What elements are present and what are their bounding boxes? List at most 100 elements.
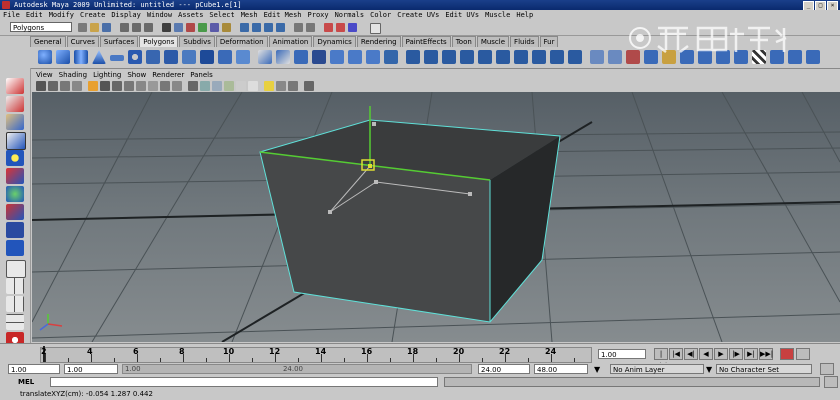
command-language-label[interactable]: MEL [18, 377, 34, 387]
animation-preferences-icon[interactable] [796, 348, 810, 360]
tab-general[interactable]: General [30, 36, 66, 47]
tab-painteffects[interactable]: PaintEffects [401, 36, 451, 47]
persp-outliner-layout-icon[interactable] [6, 296, 24, 312]
menu-edit-mesh[interactable]: Edit Mesh [264, 10, 302, 20]
mask-handles-icon[interactable] [174, 23, 183, 32]
poly-soccer-ball-icon[interactable] [218, 50, 232, 64]
menu-select[interactable]: Select [209, 10, 234, 20]
menu-proxy[interactable]: Proxy [308, 10, 329, 20]
select-tool-icon[interactable] [6, 78, 24, 94]
poly-pyramid-icon[interactable] [164, 50, 178, 64]
panel-menu-lighting[interactable]: Lighting [93, 70, 121, 80]
offset-edge-loop-icon[interactable] [514, 50, 528, 64]
wireframe-on-shaded-icon[interactable] [212, 81, 222, 91]
menu-window[interactable]: Window [147, 10, 172, 20]
anim-layer-dropdown[interactable]: No Anim Layer [610, 364, 704, 374]
tab-subdivs[interactable]: Subdivs [179, 36, 215, 47]
two-d-pan-zoom-icon[interactable] [88, 81, 98, 91]
pcube1-mesh[interactable] [259, 119, 561, 323]
poly-platonic-icon[interactable] [236, 50, 250, 64]
lasso-tool-icon[interactable] [6, 96, 24, 112]
mask-surfaces-icon[interactable] [210, 23, 219, 32]
step-forward-frame-button[interactable]: ▶| [744, 348, 758, 360]
panel-menu-renderer[interactable]: Renderer [152, 70, 184, 80]
scale-tool-icon[interactable] [6, 168, 24, 184]
camera-view-icon[interactable] [304, 81, 314, 91]
history-icon[interactable] [294, 23, 303, 32]
mask-deformations-icon[interactable] [222, 23, 231, 32]
collapse-icon[interactable] [608, 50, 622, 64]
quick-input-field[interactable] [370, 23, 381, 34]
menu-mesh[interactable]: Mesh [241, 10, 258, 20]
playback-end-field[interactable]: 24.00 [478, 364, 530, 374]
tab-muscle[interactable]: Muscle [476, 36, 510, 47]
character-set-icon[interactable] [820, 363, 834, 375]
anim-layer-arrow-icon[interactable]: ▼ [594, 365, 600, 374]
camera-attributes-icon[interactable] [48, 81, 58, 91]
move-tool-icon[interactable] [6, 132, 26, 150]
tab-deformation[interactable]: Deformation [215, 36, 268, 47]
shadows-icon[interactable] [248, 81, 258, 91]
last-tool-used-icon[interactable] [6, 240, 24, 256]
menu-modify[interactable]: Modify [49, 10, 74, 20]
poly-cylinder-icon[interactable] [74, 50, 88, 64]
menu-edit-uvs[interactable]: Edit UVs [445, 10, 479, 20]
tab-animation[interactable]: Animation [268, 36, 313, 47]
output-icon[interactable] [306, 23, 315, 32]
soft-modification-tool-icon[interactable] [6, 204, 24, 220]
play-forwards-button[interactable]: ▶ [714, 348, 728, 360]
mask-curves-icon[interactable] [198, 23, 207, 32]
ipr-render-icon[interactable] [336, 23, 345, 32]
show-manipulator-icon[interactable] [6, 222, 24, 238]
wireframe-icon[interactable] [188, 81, 198, 91]
range-slider[interactable]: 1.00 24.00 [122, 364, 472, 374]
xray-icon[interactable] [264, 81, 274, 91]
separate-icon[interactable] [276, 50, 290, 64]
rotate-tool-icon[interactable] [6, 150, 24, 166]
bookmarks-icon[interactable] [60, 81, 70, 91]
mask-joints-icon[interactable] [186, 23, 195, 32]
script-editor-icon[interactable] [824, 376, 838, 388]
image-plane-icon[interactable] [72, 81, 82, 91]
tab-rendering[interactable]: Rendering [356, 36, 401, 47]
boolean-intersection-icon[interactable] [366, 50, 380, 64]
save-scene-icon[interactable] [102, 23, 111, 32]
gate-mask-icon[interactable] [136, 81, 146, 91]
textured-icon[interactable] [224, 81, 234, 91]
poly-helix-icon[interactable] [200, 50, 214, 64]
bridge-icon[interactable] [424, 50, 438, 64]
poly-cube-icon[interactable] [56, 50, 70, 64]
universal-manipulator-icon[interactable] [6, 186, 24, 202]
poke-face-icon[interactable] [550, 50, 564, 64]
reverse-normals-icon[interactable] [806, 50, 820, 64]
step-back-key-button[interactable]: ◀| [684, 348, 698, 360]
extract-icon[interactable] [294, 50, 308, 64]
command-input[interactable] [50, 377, 438, 387]
mirror-geometry-icon[interactable] [384, 50, 398, 64]
bevel-icon[interactable] [568, 50, 582, 64]
field-chart-icon[interactable] [148, 81, 158, 91]
panel-menu-show[interactable]: Show [127, 70, 146, 80]
character-set-dropdown[interactable]: No Character Set [716, 364, 812, 374]
auto-key-icon[interactable] [780, 348, 794, 360]
time-ruler[interactable]: 2 4 6 8 10 12 14 16 18 20 22 24 [40, 346, 592, 363]
play-backwards-button[interactable]: ◀ [699, 348, 713, 360]
split-polygon-icon[interactable] [478, 50, 492, 64]
poly-sphere-icon[interactable] [38, 50, 52, 64]
safe-action-icon[interactable] [160, 81, 170, 91]
open-scene-icon[interactable] [90, 23, 99, 32]
snap-curve-icon[interactable] [252, 23, 261, 32]
snap-grid-icon[interactable] [240, 23, 249, 32]
menu-edit[interactable]: Edit [26, 10, 43, 20]
panel-menu-panels[interactable]: Panels [190, 70, 213, 80]
combine-icon[interactable] [258, 50, 272, 64]
panel-menu-shading[interactable]: Shading [59, 70, 87, 80]
select-camera-icon[interactable] [36, 81, 46, 91]
tab-curves[interactable]: Curves [66, 36, 99, 47]
snap-surface-icon[interactable] [276, 23, 285, 32]
wedge-face-icon[interactable] [532, 50, 546, 64]
poly-torus-icon[interactable] [128, 50, 142, 64]
go-to-start-button[interactable]: |◀◀ [654, 348, 668, 369]
append-polygon-icon[interactable] [442, 50, 456, 64]
poly-prism-icon[interactable] [146, 50, 160, 64]
